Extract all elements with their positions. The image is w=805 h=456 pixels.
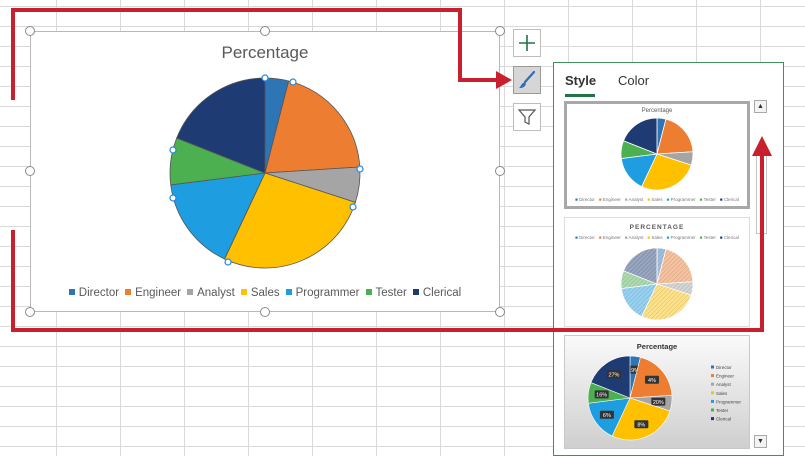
- chart-elements-button[interactable]: [513, 29, 541, 57]
- chart-filters-button[interactable]: [513, 103, 541, 131]
- legend-entry-clerical[interactable]: Clerical: [412, 287, 462, 299]
- mini-legend-label: Director: [716, 365, 732, 370]
- mini-legend-label: Clerical: [716, 417, 731, 422]
- mini-legend-entry: ■ Director: [575, 197, 595, 202]
- resize-handle-top-left[interactable]: [25, 26, 35, 36]
- tab-style[interactable]: Style: [565, 73, 596, 88]
- mini-legend-label: Programmer: [716, 399, 742, 404]
- legend-swatch: [365, 289, 372, 295]
- paintbrush-icon: [519, 70, 536, 89]
- chart-legend[interactable]: Director Engineer Analyst Sales Programmer Te…: [31, 287, 499, 299]
- styles-scrollbar[interactable]: ▲ ▼: [754, 100, 769, 450]
- data-label: 20%: [653, 400, 664, 406]
- mini-legend-entry: ■ Sales: [647, 197, 663, 202]
- selection-point[interactable]: [169, 146, 177, 154]
- tab-color[interactable]: Color: [618, 73, 649, 88]
- mini-legend-label: Engineer: [716, 374, 735, 379]
- data-label: 4%: [648, 378, 656, 384]
- selection-point[interactable]: [169, 194, 177, 202]
- resize-handle-bottom-right[interactable]: [495, 307, 505, 317]
- resize-handle-bottom-left[interactable]: [25, 307, 35, 317]
- chart-styles-pane: Style Color Percentage ■ Director ■ Engin…: [553, 62, 784, 456]
- mini-legend-swatch: [711, 365, 714, 369]
- mini-legend-label: Tester: [716, 408, 729, 413]
- style-thumbnail-1[interactable]: Percentage ■ Director ■ Engineer ■ Analyst…: [564, 101, 750, 209]
- resize-handle-top[interactable]: [260, 26, 270, 36]
- legend-label: Tester: [375, 287, 407, 299]
- legend-entry-sales[interactable]: Sales: [240, 287, 280, 299]
- legend-entry-director[interactable]: Director: [68, 287, 120, 299]
- legend-swatch: [285, 289, 292, 295]
- legend-label: Clerical: [422, 287, 462, 299]
- legend-label: Sales: [250, 287, 280, 299]
- legend-entry-engineer[interactable]: Engineer: [125, 287, 181, 299]
- mini-legend-swatch: [711, 374, 714, 378]
- selection-point[interactable]: [261, 74, 269, 82]
- resize-handle-top-right[interactable]: [495, 26, 505, 36]
- selection-point[interactable]: [224, 258, 232, 266]
- legend-label: Analyst: [197, 287, 235, 299]
- style-thumbnail-2[interactable]: PERCENTAGE ■ Director ■ Engineer ■ Analyst…: [564, 217, 750, 327]
- legend-label: Programmer: [295, 287, 360, 299]
- funnel-icon: [518, 109, 536, 125]
- plus-icon: [519, 35, 535, 51]
- mini-legend-swatch: [711, 391, 714, 395]
- mini-legend-swatch: [711, 382, 714, 386]
- legend-swatch: [412, 289, 419, 295]
- legend-entry-tester[interactable]: Tester: [365, 287, 407, 299]
- mini-legend-swatch: [711, 408, 714, 412]
- data-label: 8%: [637, 423, 645, 429]
- mini-legend-swatch: [711, 399, 714, 403]
- chart-styles-button[interactable]: [513, 66, 541, 94]
- legend-swatch: [240, 289, 247, 295]
- active-tab-indicator: [565, 94, 595, 97]
- mini-legend-label: Analyst: [716, 382, 732, 387]
- triangle-down-icon[interactable]: ▼: [754, 435, 767, 448]
- pie-chart[interactable]: [31, 32, 501, 313]
- triangle-up-icon[interactable]: ▲: [754, 100, 767, 113]
- chart-object[interactable]: Percentage Director Engineer Analyst Sales P…: [30, 31, 500, 312]
- selection-point[interactable]: [349, 203, 357, 211]
- mini-legend-entry: ■ Clerical: [719, 197, 739, 202]
- legend-entry-programmer[interactable]: Programmer: [285, 287, 360, 299]
- resize-handle-bottom[interactable]: [260, 307, 270, 317]
- legend-label: Engineer: [135, 287, 182, 299]
- legend-label: Director: [78, 287, 120, 299]
- data-label: 16%: [596, 393, 607, 399]
- legend-swatch: [68, 289, 75, 295]
- mini-legend-label: Sales: [716, 391, 728, 396]
- mini-legend-entry: ■ Programmer: [666, 197, 696, 202]
- thumbnail-pie: 19%4%20%8%6%16%27%DirectorEngineerAnalys…: [587, 355, 742, 441]
- resize-handle-right[interactable]: [495, 166, 505, 176]
- mini-legend-entry: ■ Tester: [699, 197, 716, 202]
- thumbnail-pie: [620, 247, 694, 321]
- resize-handle-left[interactable]: [25, 166, 35, 176]
- mini-legend-swatch: [711, 417, 714, 421]
- style-thumbnail-3[interactable]: Percentage 19% 4% 20% 8% 6% 16% 27% Director Eng…: [564, 335, 750, 449]
- mini-legend-entry: ■ Engineer: [598, 197, 621, 202]
- thumbnail-legend: ■ Director ■ Engineer ■ Analyst ■ Sales ■ Pr…: [567, 197, 747, 202]
- legend-swatch: [187, 289, 194, 295]
- data-label: 27%: [608, 373, 619, 379]
- legend-entry-analyst[interactable]: Analyst: [187, 287, 235, 299]
- mini-legend-entry: ■ Analyst: [624, 197, 644, 202]
- legend-swatch: [125, 289, 132, 295]
- scrollbar-thumb[interactable]: [756, 152, 767, 234]
- thumbnail-pie: [620, 117, 694, 191]
- selection-point[interactable]: [356, 165, 364, 173]
- selection-point[interactable]: [289, 78, 297, 86]
- data-label: 6%: [603, 413, 611, 419]
